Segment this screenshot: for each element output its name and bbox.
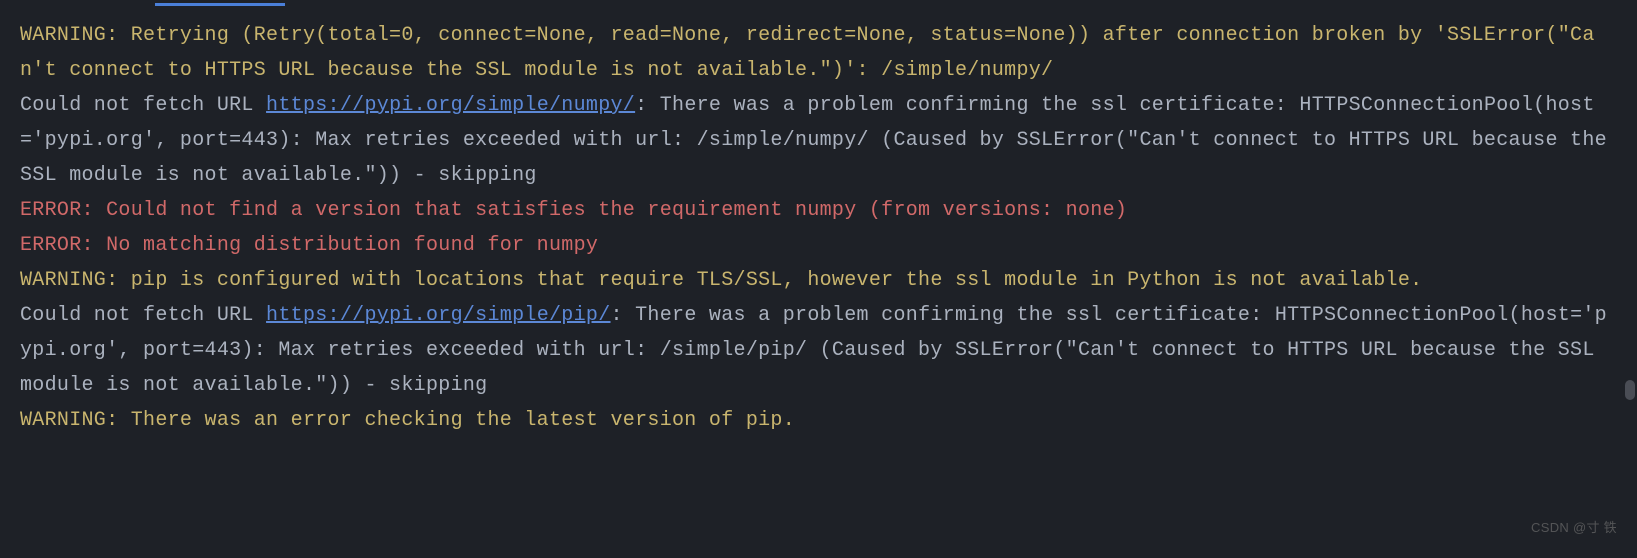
terminal-link[interactable]: https://pypi.org/simple/pip/ [266, 304, 610, 327]
terminal-text-plain: Could not fetch URL [20, 94, 266, 117]
terminal-text-plain: Could not fetch URL [20, 304, 266, 327]
terminal-output[interactable]: WARNING: Retrying (Retry(total=0, connec… [20, 18, 1617, 438]
terminal-text-warning: WARNING: There was an error checking the… [20, 409, 795, 432]
terminal-link[interactable]: https://pypi.org/simple/numpy/ [266, 94, 635, 117]
watermark: CSDN @寸 铁 [1531, 517, 1617, 540]
terminal-text-error: ERROR: No matching distribution found fo… [20, 234, 598, 257]
terminal-text-warning: WARNING: Retrying (Retry(total=0, connec… [20, 24, 1595, 82]
scrollbar-thumb[interactable] [1625, 380, 1635, 400]
tab-active-indicator [155, 3, 285, 6]
terminal-text-warning: WARNING: pip is configured with location… [20, 269, 1422, 292]
terminal-text-error: ERROR: Could not find a version that sat… [20, 199, 1127, 222]
